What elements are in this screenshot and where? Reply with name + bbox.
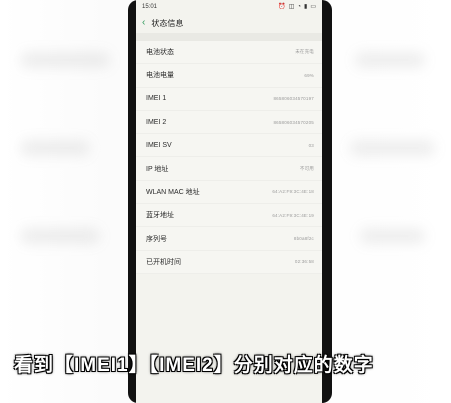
list-item-serial-number[interactable]: 序列号 8b0a8f2c: [136, 227, 322, 250]
blurred-text: [350, 140, 435, 156]
list-item-value: 69%: [304, 72, 314, 78]
list-item-value: 03: [308, 142, 314, 148]
blurred-text: [20, 228, 100, 244]
list-item-label: 序列号: [146, 235, 167, 243]
page-header: ‹ 状态信息: [136, 13, 322, 33]
list-item-value: 64:A2:F9:3C:4E:18: [272, 189, 314, 195]
list-item-wlan-mac[interactable]: WLAN MAC 地址 64:A2:F9:3C:4E:18: [136, 181, 322, 204]
status-list: 电池状态 未在充电 电池电量 69% IMEI 1 86580603457019…: [136, 41, 322, 274]
list-item-value: 02:36:58: [294, 259, 314, 265]
list-item-label: 已开机时间: [146, 258, 181, 266]
list-item-value: 64:A2:F9:3C:4E:19: [272, 212, 314, 218]
section-divider: [136, 33, 322, 41]
alarm-icon: ⏰: [278, 4, 286, 10]
phone-screen: 15:01 ⏰ ◫ ◔ ▮ ▭ ‹ 状态信息 电池状态 未在充电 电池电量 69…: [136, 0, 322, 403]
status-bar: 15:01 ⏰ ◫ ◔ ▮ ▭: [136, 0, 322, 13]
list-item-label: 电池状态: [146, 49, 174, 57]
list-item-imei-sv[interactable]: IMEI SV 03: [136, 134, 322, 157]
wifi-icon: ◔: [297, 3, 302, 10]
blurred-text: [360, 228, 425, 244]
list-item-label: IMEI 2: [146, 118, 167, 126]
list-item-label: 蓝牙地址: [146, 212, 174, 220]
list-item-label: 电池电量: [146, 72, 174, 80]
vibrate-icon: ◫: [288, 4, 295, 10]
list-item-label: IP 地址: [146, 165, 169, 173]
list-item-value: 未在充电: [295, 49, 314, 55]
page-title: 状态信息: [151, 18, 184, 28]
list-item-value: 865806034570205: [273, 119, 314, 125]
signal-icon: ▮: [304, 4, 308, 10]
subtitle-caption: 看到【IMEI1】【IMEI2】分别对应的数字: [14, 355, 374, 376]
status-time: 15:01: [142, 3, 158, 10]
list-item-ip-address[interactable]: IP 地址 不可用: [136, 157, 322, 180]
blurred-text: [355, 52, 425, 68]
blurred-text: [20, 52, 110, 68]
list-item-value: 不可用: [299, 165, 314, 171]
list-item-imei-1[interactable]: IMEI 1 865806034570197: [136, 88, 322, 111]
list-item-value: 865806034570197: [273, 96, 314, 102]
list-item-uptime[interactable]: 已开机时间 02:36:58: [136, 251, 322, 274]
list-item-battery-status[interactable]: 电池状态 未在充电: [136, 41, 322, 64]
blurred-text: [20, 140, 90, 156]
battery-icon: ▭: [310, 4, 316, 10]
list-item-imei-2[interactable]: IMEI 2 865806034570205: [136, 111, 322, 134]
status-icons: ⏰ ◫ ◔ ▮ ▭: [278, 3, 316, 11]
list-item-label: WLAN MAC 地址: [146, 188, 200, 196]
list-item-value: 8b0a8f2c: [293, 236, 314, 242]
list-item-battery-level[interactable]: 电池电量 69%: [136, 64, 322, 87]
list-item-label: IMEI SV: [146, 141, 172, 149]
list-item-bluetooth-address[interactable]: 蓝牙地址 64:A2:F9:3C:4E:19: [136, 204, 322, 227]
list-item-label: IMEI 1: [146, 95, 167, 103]
back-icon[interactable]: ‹: [142, 18, 145, 28]
